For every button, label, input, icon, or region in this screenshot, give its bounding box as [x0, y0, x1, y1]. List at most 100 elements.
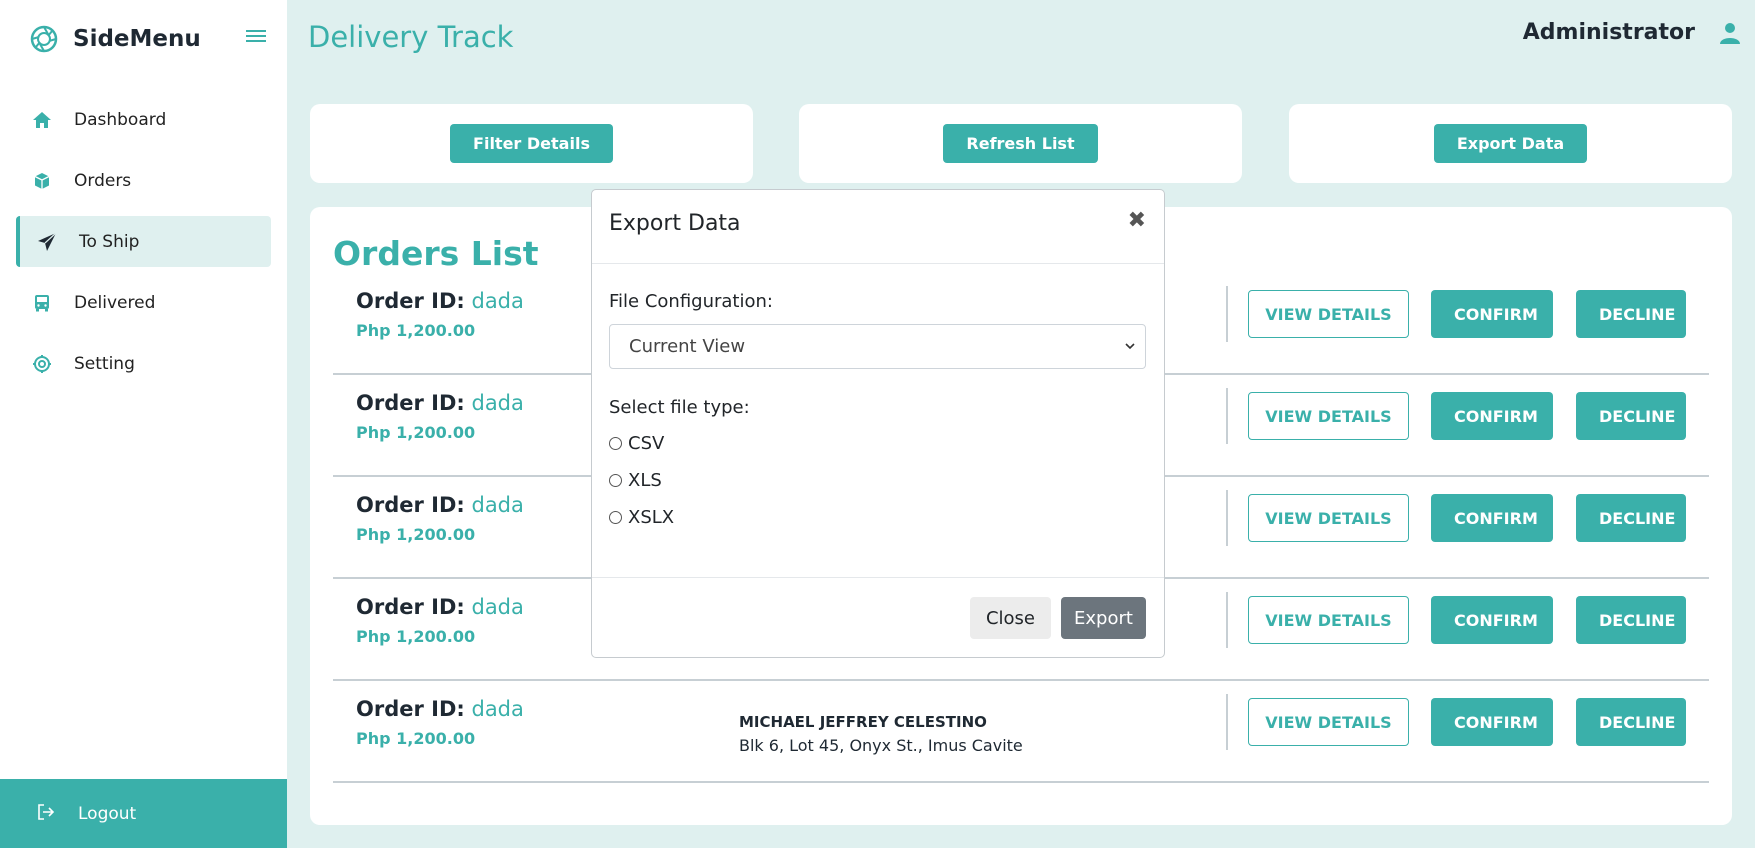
sidebar-item-label: Delivered — [74, 292, 156, 313]
order-id-value: dada — [471, 697, 524, 721]
aperture-logo-icon — [30, 25, 58, 53]
order-id-key: Order ID: — [356, 289, 465, 313]
view-details-button[interactable]: VIEW DETAILS — [1248, 392, 1409, 440]
orders-list-title: Orders List — [333, 234, 539, 273]
brand[interactable]: SideMenu — [29, 24, 201, 54]
order-id-value: dada — [471, 595, 524, 619]
page-title: Delivery Track — [308, 20, 514, 54]
chevron-down-icon — [1125, 343, 1135, 350]
confirm-button[interactable]: CONFIRM — [1431, 698, 1553, 746]
gear-icon — [32, 354, 52, 374]
divider — [1226, 490, 1228, 546]
modal-title: Export Data — [609, 211, 741, 236]
order-id-key: Order ID: — [356, 595, 465, 619]
xls-radio[interactable] — [609, 474, 622, 487]
xls-label: XLS — [628, 470, 662, 491]
view-details-button[interactable]: VIEW DETAILS — [1248, 698, 1409, 746]
sidebar-nav: Dashboard Orders To Ship Delivered Setti… — [16, 94, 271, 399]
order-id: Order ID: dada — [356, 493, 524, 517]
order-id-value: dada — [471, 391, 524, 415]
export-data-modal: Export Data ✖ File Configuration: Curren… — [591, 189, 1165, 658]
logout-label: Logout — [78, 803, 137, 824]
customer-info: MICHAEL JEFFREY CELESTINO Blk 6, Lot 45,… — [739, 713, 1023, 755]
filter-details-button[interactable]: Filter Details — [450, 124, 613, 163]
view-details-button[interactable]: VIEW DETAILS — [1248, 596, 1409, 644]
box-icon — [32, 171, 52, 191]
decline-button[interactable]: DECLINE — [1576, 494, 1686, 542]
customer-name: MICHAEL JEFFREY CELESTINO — [739, 713, 987, 731]
order-price: Php 1,200.00 — [356, 321, 476, 340]
export-card: Export Data — [1289, 104, 1732, 183]
order-id: Order ID: dada — [356, 595, 524, 619]
order-price: Php 1,200.00 — [356, 525, 476, 544]
file-type-label: Select file type: — [609, 397, 750, 418]
order-row: Order ID: dada Php 1,200.00 MICHAEL JEFF… — [333, 681, 1709, 783]
sidebar-item-label: Setting — [74, 353, 135, 374]
decline-button[interactable]: DECLINE — [1576, 698, 1686, 746]
logout-button[interactable]: Logout — [0, 779, 287, 848]
file-type-xls-option[interactable]: XLS — [609, 470, 662, 491]
confirm-button[interactable]: CONFIRM — [1431, 290, 1553, 338]
file-configuration-value: Current View — [629, 336, 746, 357]
view-details-button[interactable]: VIEW DETAILS — [1248, 494, 1409, 542]
user-icon — [1720, 22, 1740, 44]
logout-icon — [36, 802, 56, 826]
order-id-value: dada — [471, 289, 524, 313]
home-icon — [32, 110, 52, 130]
order-price: Php 1,200.00 — [356, 423, 476, 442]
file-type-xslx-option[interactable]: XSLX — [609, 507, 674, 528]
modal-footer-divider — [592, 577, 1164, 578]
decline-button[interactable]: DECLINE — [1576, 596, 1686, 644]
modal-header: Export Data ✖ — [592, 190, 1164, 264]
view-details-button[interactable]: VIEW DETAILS — [1248, 290, 1409, 338]
sidebar-item-label: Orders — [74, 170, 132, 191]
divider — [1226, 694, 1228, 750]
file-configuration-label: File Configuration: — [609, 291, 773, 312]
xslx-label: XSLX — [628, 507, 675, 528]
refresh-card: Refresh List — [799, 104, 1242, 183]
order-id-value: dada — [471, 493, 524, 517]
divider — [1226, 592, 1228, 648]
order-id: Order ID: dada — [356, 697, 524, 721]
sidebar-item-dashboard[interactable]: Dashboard — [16, 94, 271, 145]
customer-address: Blk 6, Lot 45, Onyx St., Imus Cavite — [739, 736, 1023, 755]
menu-toggle-icon[interactable] — [246, 28, 268, 44]
order-price: Php 1,200.00 — [356, 627, 476, 646]
export-button[interactable]: Export — [1061, 597, 1146, 639]
close-icon[interactable]: ✖ — [1128, 208, 1146, 233]
filter-card: Filter Details — [310, 104, 753, 183]
order-price: Php 1,200.00 — [356, 729, 476, 748]
order-id-key: Order ID: — [356, 493, 465, 517]
user-name: Administrator — [1522, 20, 1695, 45]
file-type-csv-option[interactable]: CSV — [609, 433, 664, 454]
sidebar-item-label: To Ship — [79, 231, 140, 252]
sidebar-item-label: Dashboard — [74, 109, 167, 130]
sidebar-item-orders[interactable]: Orders — [16, 155, 271, 206]
divider — [1226, 286, 1228, 342]
csv-radio[interactable] — [609, 437, 622, 450]
xslx-radio[interactable] — [609, 511, 622, 524]
order-id: Order ID: dada — [356, 289, 524, 313]
close-button[interactable]: Close — [970, 597, 1051, 639]
divider — [1226, 388, 1228, 444]
order-id-key: Order ID: — [356, 391, 465, 415]
paper-plane-icon — [37, 232, 57, 252]
csv-label: CSV — [628, 433, 665, 454]
export-data-button[interactable]: Export Data — [1433, 124, 1588, 163]
sidebar-item-to-ship[interactable]: To Ship — [16, 216, 271, 267]
order-id: Order ID: dada — [356, 391, 524, 415]
file-configuration-select[interactable]: Current View — [609, 324, 1146, 369]
confirm-button[interactable]: CONFIRM — [1431, 596, 1553, 644]
refresh-list-button[interactable]: Refresh List — [943, 124, 1098, 163]
decline-button[interactable]: DECLINE — [1576, 290, 1686, 338]
decline-button[interactable]: DECLINE — [1576, 392, 1686, 440]
user-menu[interactable]: Administrator — [1523, 20, 1741, 45]
confirm-button[interactable]: CONFIRM — [1431, 392, 1553, 440]
bus-icon — [32, 293, 52, 313]
order-id-key: Order ID: — [356, 697, 465, 721]
sidebar-item-setting[interactable]: Setting — [16, 338, 271, 389]
brand-name: SideMenu — [73, 26, 201, 52]
confirm-button[interactable]: CONFIRM — [1431, 494, 1553, 542]
sidebar: SideMenu Dashboard Orders To Ship Delive… — [0, 0, 287, 848]
sidebar-item-delivered[interactable]: Delivered — [16, 277, 271, 328]
